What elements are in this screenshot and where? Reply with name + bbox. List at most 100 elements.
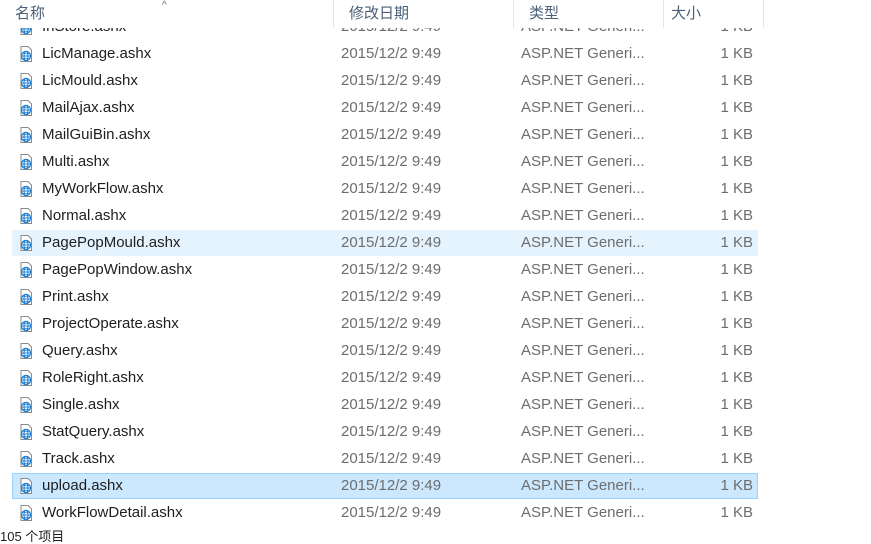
file-size: 1 KB xyxy=(720,423,753,440)
file-size: 1 KB xyxy=(720,72,753,89)
file-row[interactable]: Print.ashx 2015/12/2 9:49 ASP.NET Generi..… xyxy=(12,284,758,310)
file-size: 1 KB xyxy=(720,99,753,116)
file-name: MyWorkFlow.ashx xyxy=(42,180,164,197)
file-name: PagePopWindow.ashx xyxy=(42,261,193,278)
file-row[interactable]: PagePopWindow.ashx 2015/12/2 9:49 ASP.NET … xyxy=(12,257,758,283)
file-type: ASP.NET Generi... xyxy=(521,369,645,386)
file-row[interactable]: WorkFlowDetail.ashx 2015/12/2 9:49 ASP.NET… xyxy=(12,500,758,526)
file-row[interactable]: Multi.ashx 2015/12/2 9:49 ASP.NET Generi..… xyxy=(12,149,758,175)
file-modified-date: 2015/12/2 9:49 xyxy=(341,234,442,251)
column-header-type-label: 类型 xyxy=(529,5,560,22)
file-modified-date: 2015/12/2 9:49 xyxy=(341,477,442,494)
column-header-date[interactable]: 修改日期 xyxy=(334,0,514,28)
file-size: 1 KB xyxy=(720,369,753,386)
file-name: Print.ashx xyxy=(42,288,109,305)
file-name: upload.ashx xyxy=(42,477,123,494)
globe-document-icon xyxy=(18,46,34,62)
file-modified-date: 2015/12/2 9:49 xyxy=(341,180,442,197)
globe-document-icon xyxy=(18,397,34,413)
file-modified-date: 2015/12/2 9:49 xyxy=(341,261,442,278)
file-name: ProjectOperate.ashx xyxy=(42,315,179,332)
file-name: WorkFlowDetail.ashx xyxy=(42,504,183,521)
file-name: StatQuery.ashx xyxy=(42,423,145,440)
file-row[interactable]: RoleRight.ashx 2015/12/2 9:49 ASP.NET Gene… xyxy=(12,365,758,391)
globe-document-icon xyxy=(18,343,34,359)
file-modified-date: 2015/12/2 9:49 xyxy=(341,126,442,143)
column-header-size-label: 大小 xyxy=(671,5,702,22)
file-type: ASP.NET Generi... xyxy=(521,396,645,413)
file-size: 1 KB xyxy=(720,315,753,332)
file-row[interactable]: Single.ashx 2015/12/2 9:49 ASP.NET Generi.… xyxy=(12,392,758,418)
file-type: ASP.NET Generi... xyxy=(521,45,645,62)
file-name: MailAjax.ashx xyxy=(42,99,135,116)
file-row[interactable]: Normal.ashx 2015/12/2 9:49 ASP.NET Generi.… xyxy=(12,203,758,229)
file-name: Normal.ashx xyxy=(42,207,127,224)
file-row[interactable]: Query.ashx 2015/12/2 9:49 ASP.NET Generi..… xyxy=(12,338,758,364)
file-modified-date: 2015/12/2 9:49 xyxy=(341,72,442,89)
file-row[interactable]: MailAjax.ashx 2015/12/2 9:49 ASP.NET Gener… xyxy=(12,95,758,121)
globe-document-icon xyxy=(18,73,34,89)
file-size: 1 KB xyxy=(720,207,753,224)
file-list: InStore.ashx2015/12/2 9:49ASP.NET Generi… xyxy=(0,0,871,537)
file-row[interactable]: StatQuery.ashx 2015/12/2 9:49 ASP.NET Gene… xyxy=(12,419,758,445)
globe-document-icon xyxy=(18,424,34,440)
file-size: 1 KB xyxy=(720,234,753,251)
file-name: Query.ashx xyxy=(42,342,118,359)
globe-document-icon xyxy=(18,100,34,116)
file-type: ASP.NET Generi... xyxy=(521,504,645,521)
file-type: ASP.NET Generi... xyxy=(521,126,645,143)
file-modified-date: 2015/12/2 9:49 xyxy=(341,504,442,521)
file-size: 1 KB xyxy=(720,153,753,170)
file-size: 1 KB xyxy=(720,45,753,62)
status-bar-item-count: 105 个项目 xyxy=(0,529,65,544)
file-size: 1 KB xyxy=(720,504,753,521)
globe-document-icon xyxy=(18,127,34,143)
globe-document-icon xyxy=(18,235,34,251)
file-modified-date: 2015/12/2 9:49 xyxy=(341,369,442,386)
file-size: 1 KB xyxy=(720,450,753,467)
file-type: ASP.NET Generi... xyxy=(521,153,645,170)
column-divider[interactable] xyxy=(763,0,764,28)
file-type: ASP.NET Generi... xyxy=(521,207,645,224)
column-header-name[interactable]: 名称 ^ xyxy=(0,0,334,28)
file-size: 1 KB xyxy=(720,342,753,359)
file-modified-date: 2015/12/2 9:49 xyxy=(341,450,442,467)
file-modified-date: 2015/12/2 9:49 xyxy=(341,207,442,224)
globe-document-icon xyxy=(18,262,34,278)
file-type: ASP.NET Generi... xyxy=(521,450,645,467)
column-header-type[interactable]: 类型 xyxy=(514,0,664,28)
file-size: 1 KB xyxy=(720,477,753,494)
file-modified-date: 2015/12/2 9:49 xyxy=(341,288,442,305)
file-size: 1 KB xyxy=(720,396,753,413)
file-type: ASP.NET Generi... xyxy=(521,99,645,116)
globe-document-icon xyxy=(18,370,34,386)
file-row[interactable]: Track.ashx 2015/12/2 9:49 ASP.NET Generi..… xyxy=(12,446,758,472)
file-row[interactable]: ProjectOperate.ashx 2015/12/2 9:49 ASP.NET… xyxy=(12,311,758,337)
globe-document-icon xyxy=(18,451,34,467)
file-type: ASP.NET Generi... xyxy=(521,288,645,305)
file-row[interactable]: MyWorkFlow.ashx 2015/12/2 9:49 ASP.NET Gen… xyxy=(12,176,758,202)
file-modified-date: 2015/12/2 9:49 xyxy=(341,342,442,359)
file-type: ASP.NET Generi... xyxy=(521,477,645,494)
file-size: 1 KB xyxy=(720,261,753,278)
file-row[interactable]: MailGuiBin.ashx 2015/12/2 9:49 ASP.NET Gen… xyxy=(12,122,758,148)
file-type: ASP.NET Generi... xyxy=(521,180,645,197)
file-modified-date: 2015/12/2 9:49 xyxy=(341,99,442,116)
globe-document-icon xyxy=(18,505,34,521)
column-header-size[interactable]: 大小 xyxy=(664,0,764,28)
file-row[interactable]: LicManage.ashx 2015/12/2 9:49 ASP.NET Gene… xyxy=(12,41,758,67)
file-row[interactable]: LicMould.ashx 2015/12/2 9:49 ASP.NET Gener… xyxy=(12,68,758,94)
file-name: Single.ashx xyxy=(42,396,120,413)
globe-document-icon xyxy=(18,289,34,305)
file-row[interactable]: PagePopMould.ashx 2015/12/2 9:49 ASP.NET G… xyxy=(12,230,758,256)
file-type: ASP.NET Generi... xyxy=(521,423,645,440)
file-size: 1 KB xyxy=(720,126,753,143)
globe-document-icon xyxy=(18,316,34,332)
globe-document-icon xyxy=(18,478,34,494)
globe-document-icon xyxy=(18,181,34,197)
file-type: ASP.NET Generi... xyxy=(521,234,645,251)
file-name: PagePopMould.ashx xyxy=(42,234,181,251)
file-type: ASP.NET Generi... xyxy=(521,72,645,89)
file-type: ASP.NET Generi... xyxy=(521,342,645,359)
file-row[interactable]: upload.ashx 2015/12/2 9:49 ASP.NET Generi.… xyxy=(12,473,758,499)
